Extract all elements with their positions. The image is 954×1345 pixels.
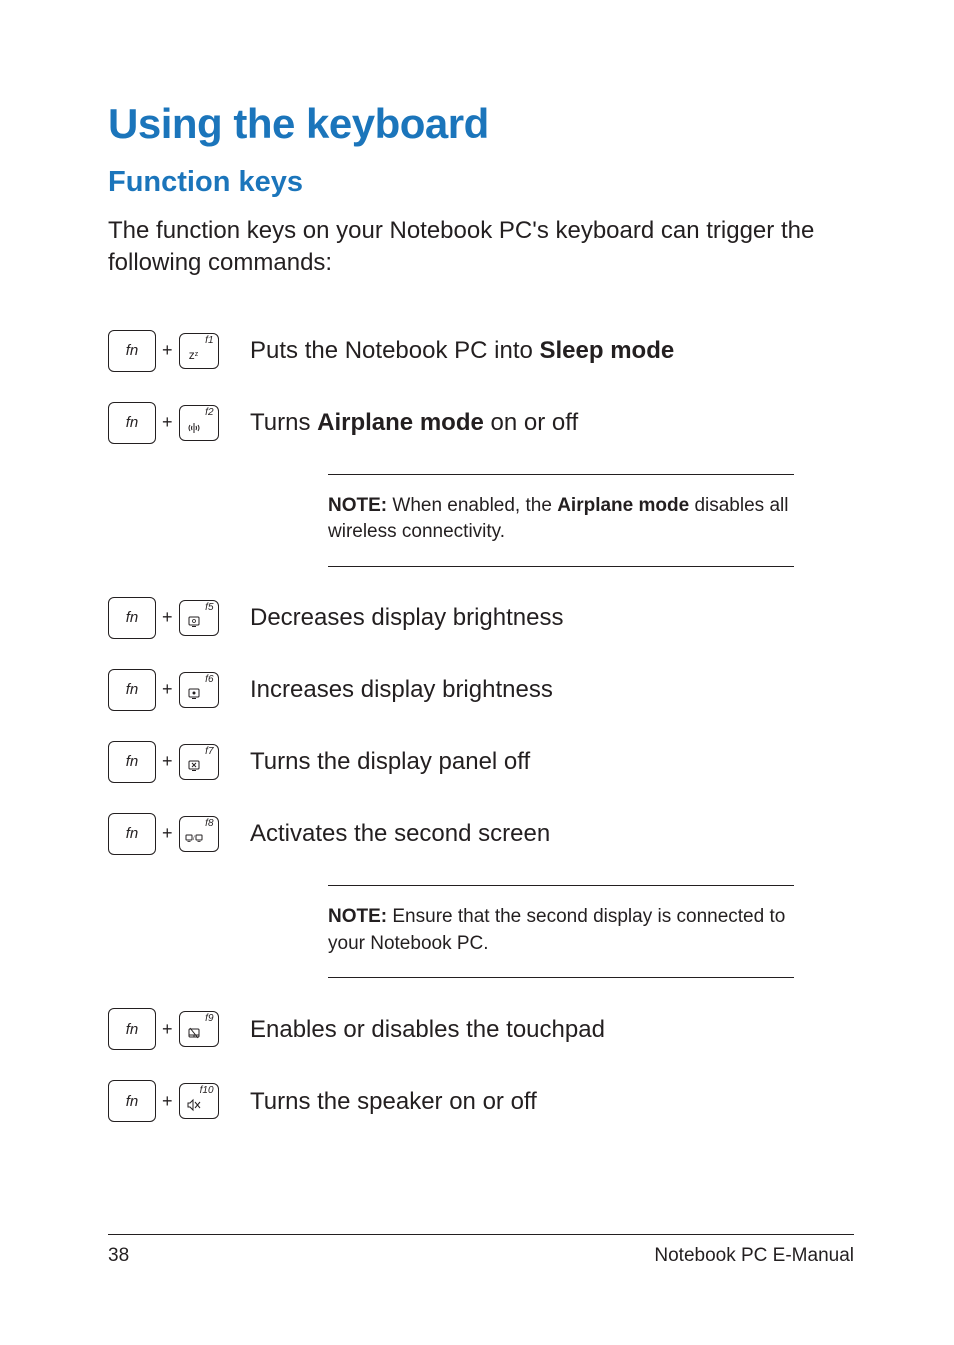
desc-text: Activates the second screen (250, 820, 550, 847)
plus-icon: + (162, 1019, 173, 1040)
fn-row-description: Activates the second screen (250, 818, 854, 849)
fn-key-icon: fn (108, 813, 156, 855)
key-combo: fn + f5 (108, 597, 250, 639)
key-combo: fn + f7 (108, 741, 250, 783)
note-label: NOTE: (328, 906, 387, 927)
note-text: NOTE: Ensure that the second display is … (328, 886, 794, 977)
f5-key-icon: f5 (179, 600, 219, 636)
f-key-label: f1 (205, 335, 213, 346)
key-combo: fn + f9 (108, 1008, 250, 1050)
desc-text: Increases display brightness (250, 676, 553, 703)
desc-text: Puts the Notebook PC into (250, 337, 540, 364)
manual-page: Using the keyboard Function keys The fun… (0, 0, 954, 1345)
fn-row-brightness-down: fn + f5 Decreases display brightness (108, 597, 854, 639)
fn-row-touchpad: fn + f9 Enables or disables the touchpad (108, 1008, 854, 1050)
fn-key-icon: fn (108, 1008, 156, 1050)
key-combo: fn + f10 (108, 1080, 250, 1122)
note-text: NOTE: When enabled, the Airplane mode di… (328, 475, 794, 566)
note-mid: When enabled, the (387, 495, 557, 516)
f7-key-icon: f7 (179, 744, 219, 780)
f8-key-icon: f8 / (179, 816, 219, 852)
fn-row-display-off: fn + f7 Turns the display panel off (108, 741, 854, 783)
fn-row-description: Decreases display brightness (250, 602, 854, 633)
page-number: 38 (108, 1245, 129, 1267)
f9-key-icon: f9 (179, 1011, 219, 1047)
key-combo: fn + f1 zz (108, 330, 250, 372)
fn-row-second-screen: fn + f8 / Activates the second screen (108, 813, 854, 855)
f6-key-icon: f6 (179, 672, 219, 708)
section-heading: Function keys (108, 166, 854, 199)
brightness-down-icon (184, 612, 204, 632)
key-combo: fn + f6 (108, 669, 250, 711)
fn-key-icon: fn (108, 402, 156, 444)
note-label: NOTE: (328, 495, 387, 516)
desc-text: Turns the display panel off (250, 748, 530, 775)
divider (328, 566, 794, 567)
fn-key-icon: fn (108, 330, 156, 372)
desc-text-post: on or off (484, 409, 578, 436)
page-footer: 38 Notebook PC E-Manual (108, 1234, 854, 1267)
plus-icon: + (162, 1091, 173, 1112)
desc-text: Enables or disables the touchpad (250, 1016, 605, 1043)
footer-divider (108, 1234, 854, 1235)
divider (328, 977, 794, 978)
svg-text:/: / (193, 836, 195, 842)
desc-text: Decreases display brightness (250, 604, 564, 631)
page-title: Using the keyboard (108, 100, 854, 148)
plus-icon: + (162, 607, 173, 628)
f-key-label: f5 (205, 602, 213, 613)
desc-bold: Sleep mode (540, 337, 675, 364)
fn-row-sleep: fn + f1 zz Puts the Notebook PC into Sle… (108, 330, 854, 372)
note-post: Ensure that the second display is connec… (328, 906, 785, 954)
f-key-label: f2 (205, 407, 213, 418)
document-title: Notebook PC E-Manual (654, 1245, 854, 1267)
fn-row-description: Puts the Notebook PC into Sleep mode (250, 335, 854, 366)
plus-icon: + (162, 412, 173, 433)
note-airplane: NOTE: When enabled, the Airplane mode di… (328, 474, 794, 567)
fn-row-description: Turns the speaker on or off (250, 1086, 854, 1117)
note-second-display: NOTE: Ensure that the second display is … (328, 885, 794, 978)
fn-key-icon: fn (108, 669, 156, 711)
f-key-label: f6 (205, 674, 213, 685)
f1-key-icon: f1 zz (179, 333, 219, 369)
fn-key-icon: fn (108, 741, 156, 783)
fn-row-speaker: fn + f10 Turns the speaker on or off (108, 1080, 854, 1122)
f2-key-icon: f2 (179, 405, 219, 441)
f-key-label: f8 (205, 818, 213, 829)
fn-key-icon: fn (108, 597, 156, 639)
key-combo: fn + f2 (108, 402, 250, 444)
sleep-zz-icon: zz (184, 345, 204, 365)
display-off-icon (184, 756, 204, 776)
fn-key-icon: fn (108, 1080, 156, 1122)
dual-screen-icon: / (184, 828, 204, 848)
fn-row-airplane: fn + f2 Turns Airplane mode on or off (108, 402, 854, 444)
plus-icon: + (162, 823, 173, 844)
f-key-label: f7 (205, 746, 213, 757)
antenna-icon (184, 417, 204, 437)
f10-key-icon: f10 (179, 1083, 219, 1119)
fn-row-description: Increases display brightness (250, 674, 854, 705)
desc-text: Turns the speaker on or off (250, 1088, 537, 1115)
intro-paragraph: The function keys on your Notebook PC's … (108, 215, 854, 280)
touchpad-icon (184, 1023, 204, 1043)
plus-icon: + (162, 679, 173, 700)
f-key-label: f9 (205, 1013, 213, 1024)
fn-row-description: Turns Airplane mode on or off (250, 407, 854, 438)
speaker-mute-icon (184, 1095, 204, 1115)
key-combo: fn + f8 / (108, 813, 250, 855)
note-bold2: Airplane mode (557, 495, 689, 516)
plus-icon: + (162, 751, 173, 772)
fn-row-description: Enables or disables the touchpad (250, 1014, 854, 1045)
desc-text: Turns (250, 409, 317, 436)
plus-icon: + (162, 340, 173, 361)
fn-row-description: Turns the display panel off (250, 746, 854, 777)
brightness-up-icon (184, 684, 204, 704)
desc-bold: Airplane mode (317, 409, 484, 436)
fn-row-brightness-up: fn + f6 Increases display brightness (108, 669, 854, 711)
